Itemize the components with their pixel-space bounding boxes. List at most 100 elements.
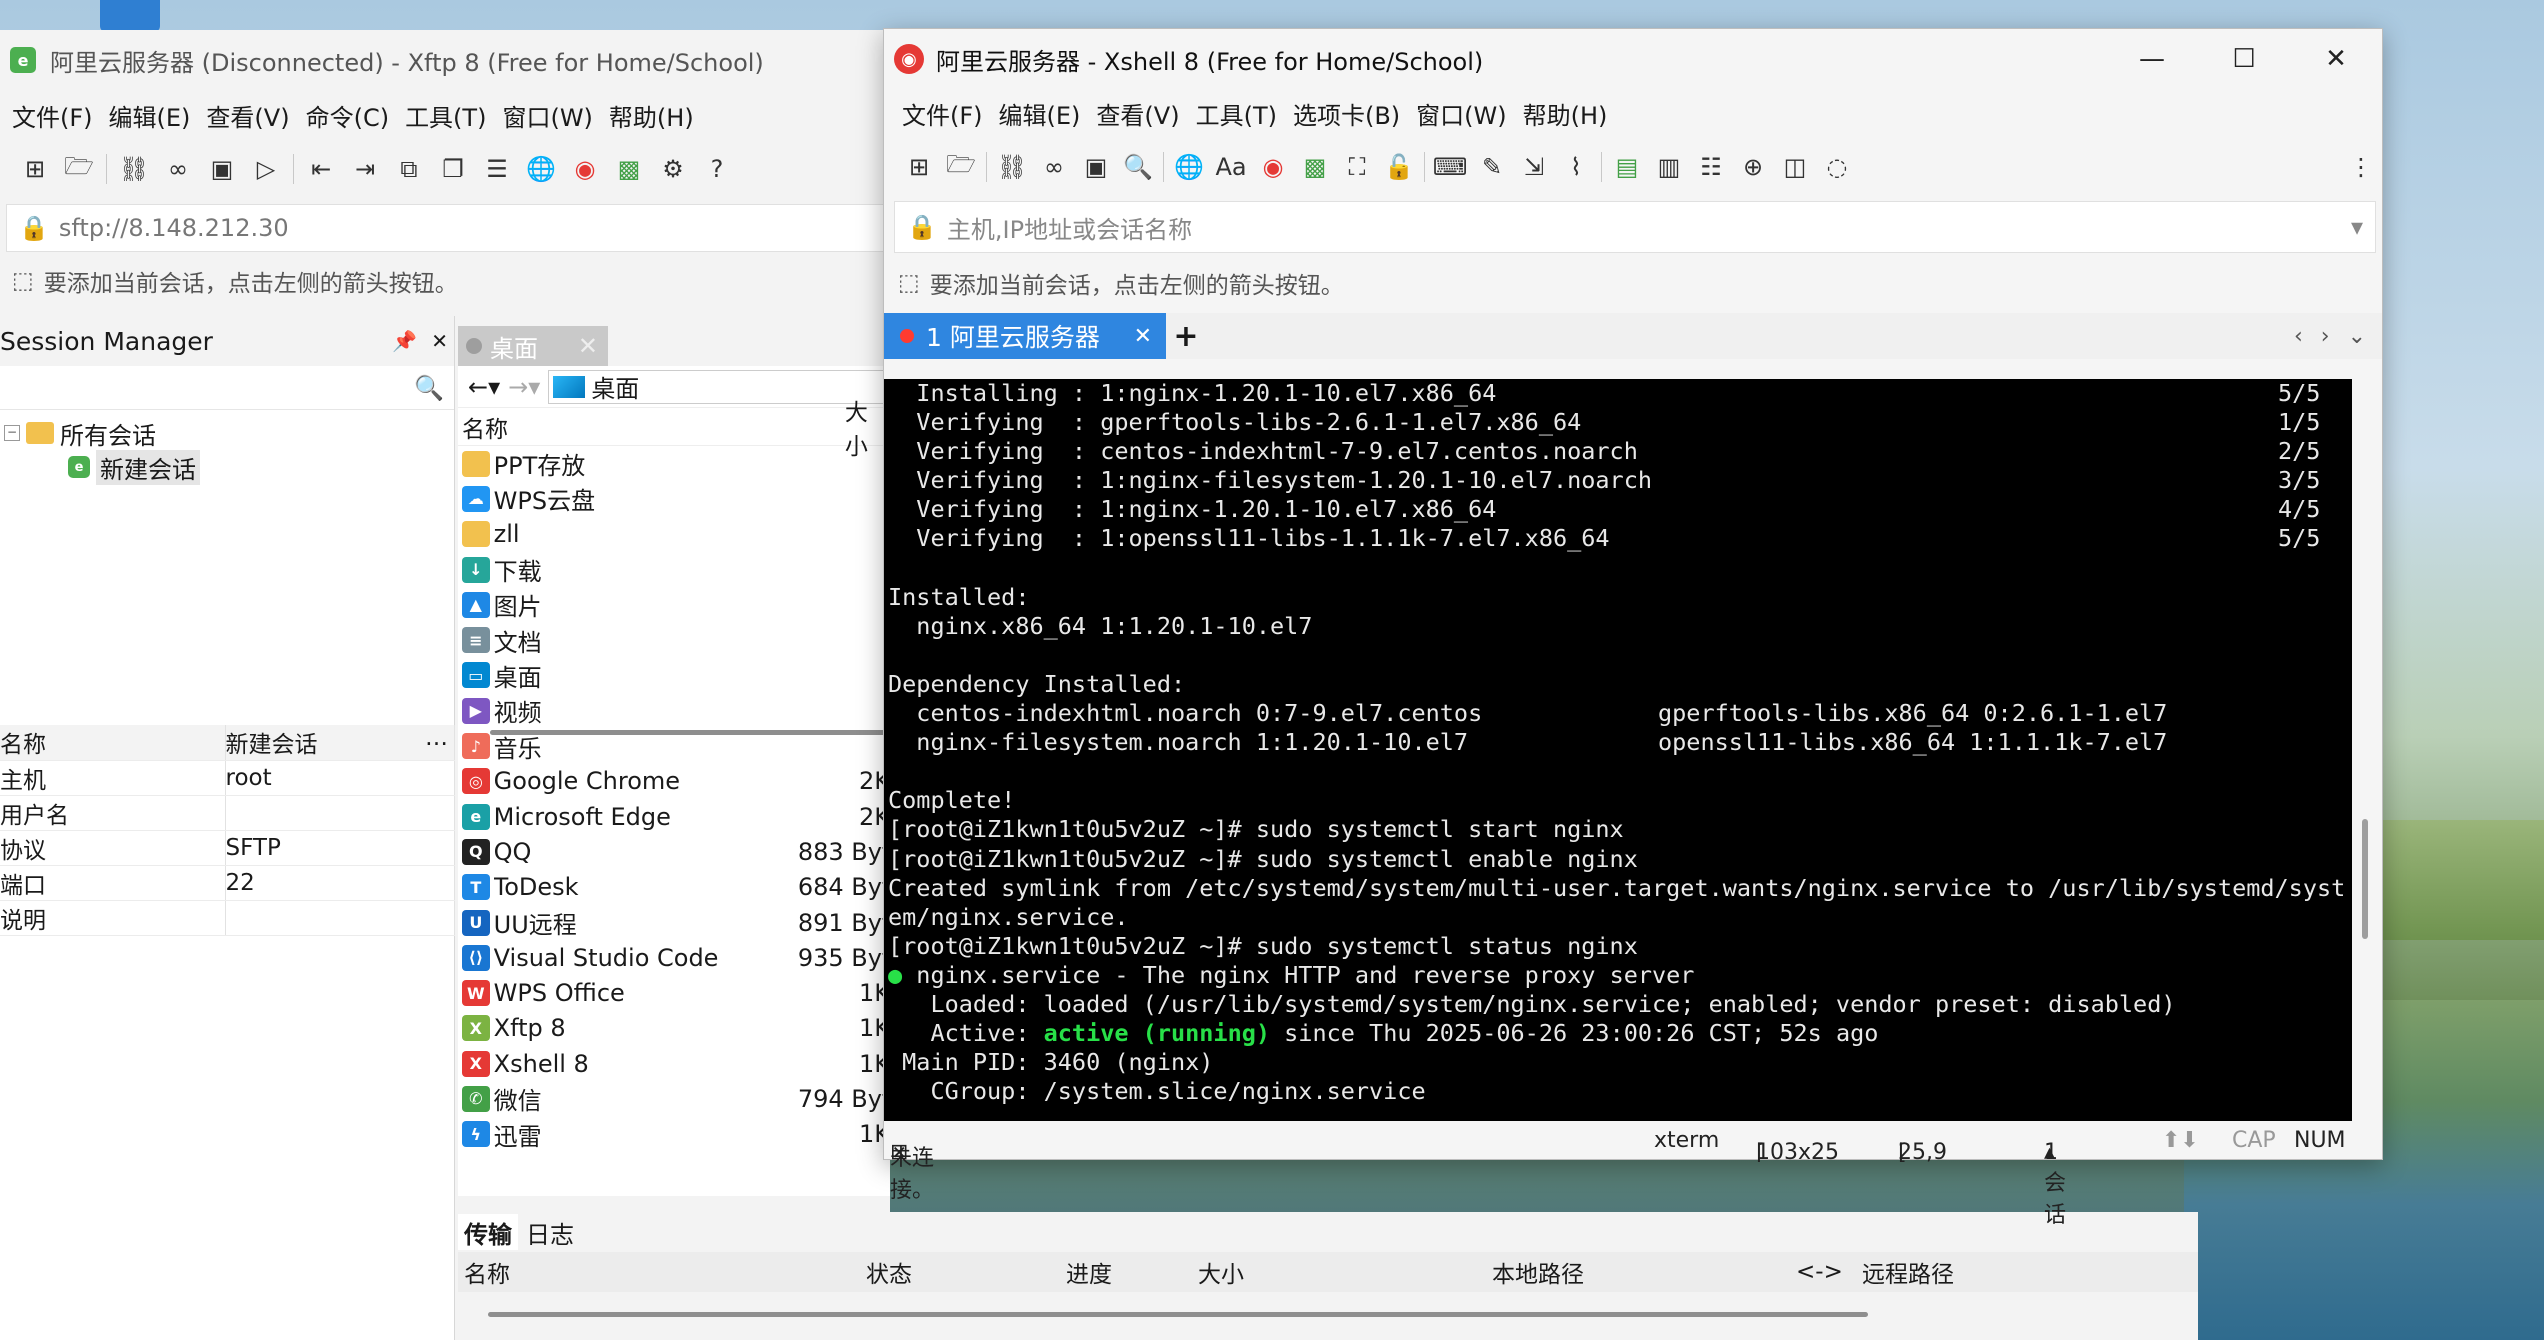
new-session-icon[interactable]: ⊞	[902, 150, 936, 184]
maximize-icon[interactable]: ☐	[2198, 29, 2290, 89]
file-row[interactable]: UUU远程 891 Byte	[458, 905, 890, 940]
new-tab-button[interactable]: +	[1166, 319, 1206, 354]
host-input[interactable]: 🔒 主机,IP地址或会话名称 ▾	[894, 201, 2376, 253]
xshell-menu-tabs[interactable]: 选项卡(B)	[1293, 96, 1400, 131]
lock-icon[interactable]: 🔓	[1382, 150, 1416, 184]
xshell-menu-file[interactable]: 文件(F)	[902, 96, 983, 131]
column-status[interactable]: 状态	[866, 1255, 912, 1289]
add-session-arrow-icon[interactable]: ⬚	[12, 268, 34, 294]
settings-gear-icon[interactable]: ⚙	[656, 152, 690, 186]
list-view-icon[interactable]: ☰	[480, 152, 514, 186]
scrollbar-thumb[interactable]	[2362, 819, 2368, 939]
file-row[interactable]: ϟ 迅雷 1K	[458, 1117, 890, 1152]
file-row[interactable]: ⟨⟩Visual Studio Code 935 Byte	[458, 940, 890, 975]
keyboard-icon[interactable]: ⌨	[1433, 150, 1468, 184]
property-value[interactable]: 22	[225, 865, 455, 901]
xshell-menu-view[interactable]: 查看(V)	[1096, 96, 1179, 131]
tab-aliyun-server[interactable]: 1 阿里云服务器 ✕	[884, 313, 1166, 359]
xshell-menu-tools[interactable]: 工具(T)	[1196, 96, 1277, 131]
xshell-launch-icon[interactable]: ◉	[1256, 150, 1290, 184]
column-direction[interactable]: <->	[1796, 1259, 1843, 1285]
file-row[interactable]: zll	[458, 517, 890, 552]
xftp-address-bar[interactable]: 🔒 sftp://8.148.212.30	[6, 204, 886, 252]
help-icon[interactable]: ?	[700, 152, 734, 186]
xftp-menu-command[interactable]: 命令(C)	[306, 98, 389, 133]
fullscreen-icon[interactable]: ⛶	[1340, 150, 1374, 184]
minimize-icon[interactable]: —	[2106, 29, 2198, 89]
xftp-menu-file[interactable]: 文件(F)	[12, 98, 93, 133]
send-icon[interactable]: ⇲	[1517, 150, 1551, 184]
column-size[interactable]: 大小	[1198, 1255, 1244, 1289]
desktop-app-icon[interactable]	[100, 0, 160, 32]
chat-icon[interactable]: ◌	[1820, 150, 1854, 184]
log-start-icon[interactable]: ▤	[1610, 150, 1644, 184]
terminal-scrollbar[interactable]	[2352, 379, 2382, 1123]
xshell-menu-help[interactable]: 帮助(H)	[1523, 96, 1608, 131]
chevron-up-icon[interactable]: ▴	[2044, 1140, 2055, 1165]
font-icon[interactable]: Aa	[1214, 150, 1248, 184]
xshell-launch-icon[interactable]: ◉	[568, 152, 602, 186]
xftp-launch-icon[interactable]: ▩	[1298, 150, 1332, 184]
more-icon[interactable]: …	[425, 725, 454, 751]
add-tab-icon[interactable]: ⊕	[1736, 150, 1770, 184]
property-value[interactable]: root	[225, 760, 455, 796]
connect-icon[interactable]: ∞	[1037, 150, 1071, 184]
xshell-menu-window[interactable]: 窗口(W)	[1416, 96, 1506, 131]
xftp-menu-window[interactable]: 窗口(W)	[502, 98, 592, 133]
xshell-menu-edit[interactable]: 编辑(E)	[999, 96, 1081, 131]
new-session-icon[interactable]: ⊞	[18, 152, 52, 186]
close-icon[interactable]: ✕	[431, 329, 448, 353]
globe-icon[interactable]: 🌐	[1172, 150, 1206, 184]
layout-icon[interactable]: ◫	[1778, 150, 1812, 184]
compose-icon[interactable]: ✎	[1475, 150, 1509, 184]
script-icon[interactable]: ⌇	[1559, 150, 1593, 184]
close-icon[interactable]: ✕	[1134, 324, 1152, 349]
new-tab-icon[interactable]: ▣	[1079, 150, 1113, 184]
path-field[interactable]: 桌面	[548, 369, 890, 404]
copy-icon[interactable]: ⧉	[392, 152, 426, 186]
file-row[interactable]: ◎ Google Chrome 2K	[458, 764, 890, 799]
tab-transfer[interactable]: 传输	[458, 1214, 518, 1250]
tab-desktop[interactable]: 桌面 ✕	[458, 326, 608, 366]
pin-icon[interactable]: 📌	[392, 329, 417, 353]
collapse-toggle-icon[interactable]: −	[4, 425, 20, 441]
file-row[interactable]: X Xshell 8 1K	[458, 1046, 890, 1081]
file-row[interactable]: ☁ WPS云盘	[458, 481, 890, 516]
new-tab-icon[interactable]: ▣	[205, 152, 239, 186]
disconnect-icon[interactable]: ⛓	[995, 150, 1029, 184]
file-row[interactable]: ▲ 图片	[458, 587, 890, 622]
file-row[interactable]: ▶ 视频	[458, 693, 890, 728]
paste-icon[interactable]: ❐	[436, 152, 470, 186]
scroll-arrows-icon[interactable]: ⬆⬇	[2162, 1128, 2199, 1153]
open-folder-icon[interactable]: 🗁	[62, 152, 96, 186]
chevron-down-icon[interactable]: ⌄	[2348, 324, 2366, 349]
file-row[interactable]: TToDesk 684 Byte	[458, 870, 890, 905]
horizontal-scrollbar[interactable]	[488, 1312, 1868, 1317]
log-stop-icon[interactable]: ▥	[1652, 150, 1686, 184]
download-icon[interactable]: ⇥	[348, 152, 382, 186]
column-progress[interactable]: 进度	[1066, 1255, 1112, 1289]
chevron-right-icon[interactable]: ›	[2321, 324, 2330, 349]
open-folder-icon[interactable]: 🗁	[944, 150, 978, 184]
forward-arrow-icon[interactable]: →▾	[508, 373, 540, 401]
search-icon[interactable]: 🔍	[1121, 150, 1155, 184]
close-icon[interactable]: ✕	[2290, 29, 2382, 89]
file-row[interactable]: ▭ 桌面	[458, 658, 890, 693]
file-row[interactable]: QQQ 883 Byte	[458, 834, 890, 869]
connect-icon[interactable]: ∞	[161, 152, 195, 186]
tree-item-new-session[interactable]: e 新建会话	[68, 449, 454, 485]
tab-log[interactable]: 日志	[520, 1214, 580, 1250]
horizontal-scrollbar[interactable]	[490, 730, 890, 735]
xftp-launch-icon[interactable]: ▩	[612, 152, 646, 186]
add-session-arrow-icon[interactable]: ⬚	[898, 270, 920, 296]
file-row[interactable]: ↓ 下载	[458, 552, 890, 587]
file-row[interactable]: X Xftp 8 1K	[458, 1011, 890, 1046]
disconnect-icon[interactable]: ⛓	[117, 152, 151, 186]
search-icon[interactable]: 🔍	[414, 374, 444, 402]
chevron-down-icon[interactable]: ▾	[2351, 213, 2363, 241]
xftp-menu-view[interactable]: 查看(V)	[206, 98, 289, 133]
xftp-menu-tools[interactable]: 工具(T)	[405, 98, 486, 133]
file-row[interactable]: W WPS Office 1K	[458, 975, 890, 1010]
file-row[interactable]: PPT存放	[458, 446, 890, 481]
session-search[interactable]: 🔍	[0, 366, 454, 410]
